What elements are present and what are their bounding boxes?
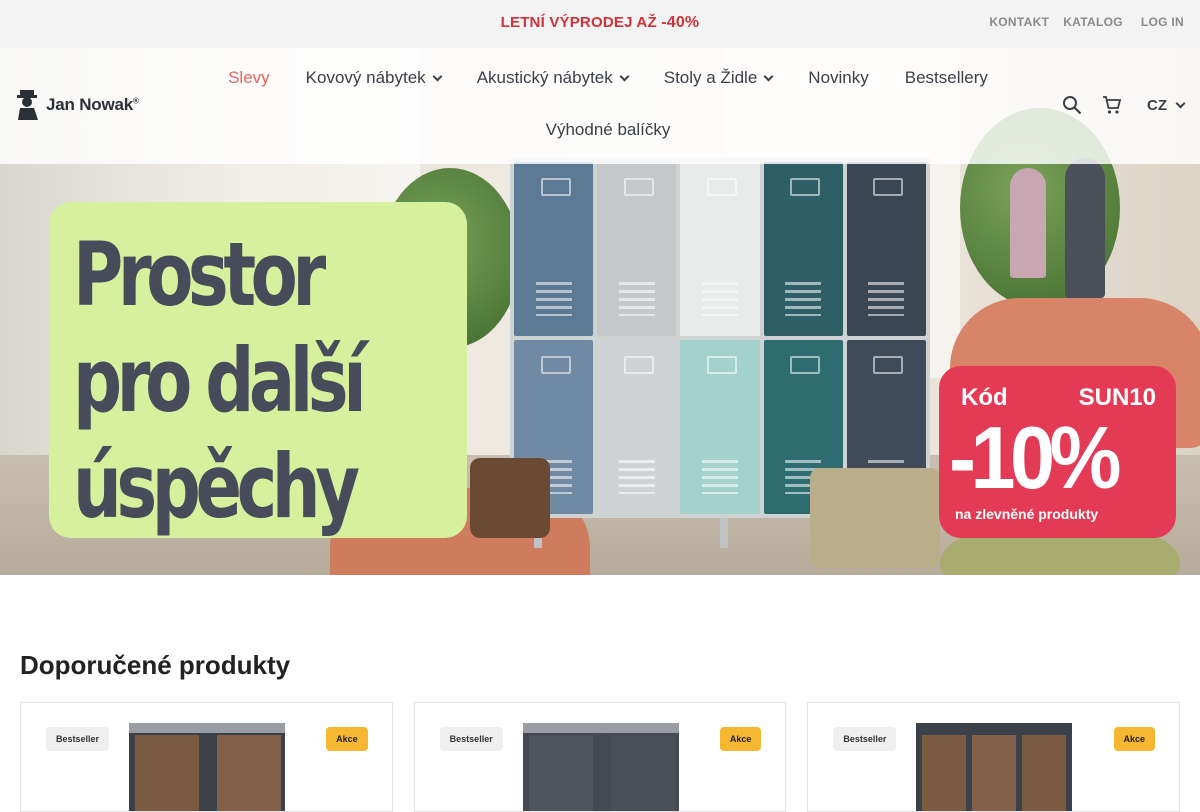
sale-badge: Akce [326,727,368,751]
logo[interactable]: Jan Nowak® [16,90,139,120]
messenger-bag [810,468,940,568]
utility-links: KONTAKT KATALOG LOG IN [989,15,1184,29]
menu-item-bestsellery[interactable]: Bestsellery [887,68,1006,88]
sale-badge: Akce [1113,727,1156,751]
locker-door [597,340,677,514]
logo-text: Jan Nowak® [46,95,139,114]
cart-icon[interactable] [1101,94,1123,116]
chevron-down-icon [619,71,630,81]
menu-item-stoly-a-zidle[interactable]: Stoly a Židle [646,68,791,88]
locker-door [763,162,843,336]
menu-item-slevy[interactable]: Slevy [210,68,288,88]
menu-item-novinky[interactable]: Novinky [790,68,886,88]
bestseller-badge: Bestseller [833,727,897,751]
locker-door [514,162,594,336]
login-link[interactable]: LOG IN [1141,15,1184,29]
product-card[interactable]: Bestseller Akce [20,702,393,812]
product-card[interactable]: Bestseller Akce [413,702,787,812]
chevron-down-icon [432,71,443,81]
hero-headline-line: Prostor [73,223,326,326]
product-image[interactable] [129,721,287,811]
logo-figure-icon [16,90,40,120]
language-selector[interactable]: CZ [1147,96,1186,114]
promo-percent: -40% [661,14,700,31]
contact-link[interactable]: KONTAKT [989,15,1049,29]
language-label: CZ [1147,96,1167,114]
sale-badge: Akce [719,727,762,751]
section-title: Doporučené produkty [20,650,291,680]
bestseller-badge: Bestseller [439,727,503,751]
discount-note: na zlevněné produkty [955,506,1099,522]
product-image[interactable] [522,721,681,811]
menu-item-kovovy-nabytek[interactable]: Kovový nábytek [288,68,459,88]
locker-cabinet [510,158,930,518]
locker-door [597,162,677,336]
person-figure [1010,168,1046,278]
locker-door [846,162,926,336]
menu: Slevy Kovový nábytek Akustický nábytek S… [208,48,1008,140]
chevron-down-icon [763,71,774,81]
briefcase [470,458,550,538]
search-icon[interactable] [1061,94,1083,116]
chevron-down-icon [1175,98,1186,108]
discount-code-card[interactable]: Kód SUN10 -10% na zlevněné produkty [939,366,1176,538]
bestseller-badge: Bestseller [46,727,110,751]
catalog-link[interactable]: KATALOG [1063,15,1123,29]
menu-item-akusticky-nabytek[interactable]: Akustický nábytek [459,68,646,88]
discount-value: -10% [949,408,1121,507]
product-list: Bestseller Akce Bestseller Akce Bestsell… [20,702,1181,812]
hero-headline-line: úspěchy [73,435,360,538]
locker-door [680,162,760,336]
locker-door [680,340,760,514]
product-card[interactable]: Bestseller Akce [807,702,1181,812]
menu-item-vyhodne-balicky[interactable]: Výhodné balíčky [528,120,689,140]
hero-headline-line: pro další [73,329,367,432]
promo-bar: LETNÍ VÝPRODEJ AŽ -40% KONTAKT KATALOG L… [0,0,1200,48]
promo-label: LETNÍ VÝPRODEJ AŽ [500,14,657,31]
product-image[interactable] [916,721,1074,811]
header-actions: CZ [1061,94,1186,116]
main-navigation: Jan Nowak® Slevy Kovový nábytek Akustick… [0,48,1200,164]
person-figure [1065,158,1105,298]
hero-headline-card: Prostor pro další úspěchy [49,202,467,538]
